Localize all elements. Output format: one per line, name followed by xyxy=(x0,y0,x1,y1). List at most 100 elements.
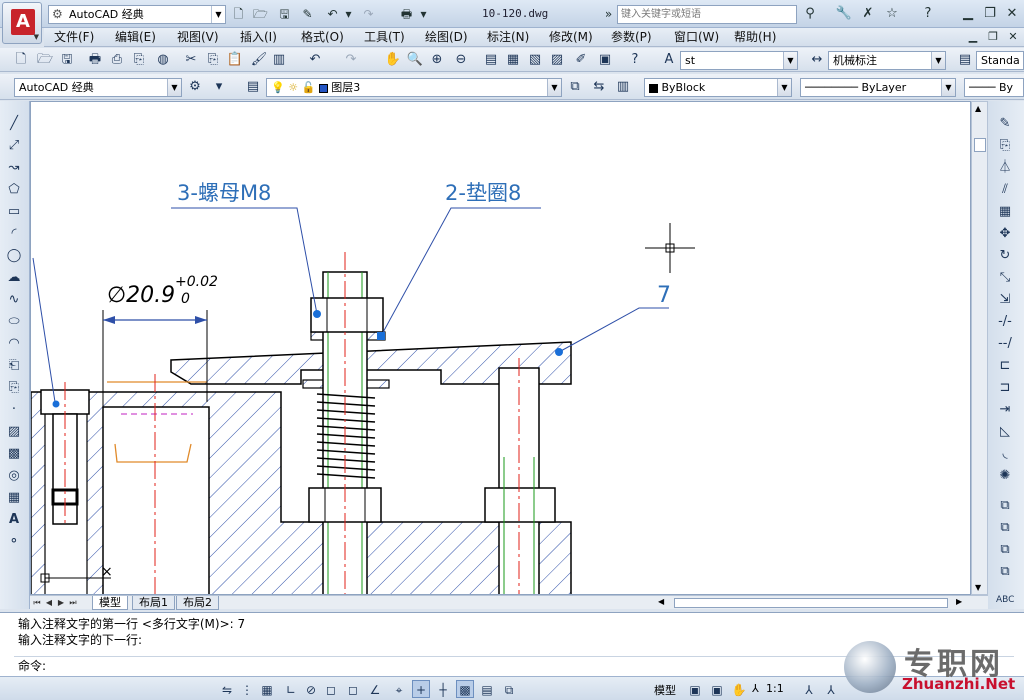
linetype-combo[interactable]: ──────── ByLayer ▼ xyxy=(800,78,956,97)
save-icon[interactable]: 🖫 xyxy=(276,6,293,22)
next-tab-icon[interactable]: ▶ xyxy=(56,597,66,608)
cut-icon[interactable]: ✂ xyxy=(182,51,200,69)
grid-display-icon[interactable]: ▦ xyxy=(258,680,276,698)
workspace-combo[interactable]: AutoCAD 经典 ▼ xyxy=(14,78,182,97)
menu-help[interactable]: 帮助(H) xyxy=(734,30,776,45)
ellipse-arc-icon[interactable]: ◠ xyxy=(5,335,23,353)
rectangle-icon[interactable]: ▭ xyxy=(5,203,23,221)
dim-style-combo[interactable]: 机械标注 ▼ xyxy=(828,51,946,70)
annotation-scale[interactable]: 1:1 xyxy=(766,682,784,695)
arc-icon[interactable]: ◜ xyxy=(5,225,23,243)
dynamic-ucs-icon[interactable]: ⌖ xyxy=(390,680,408,698)
restore-icon[interactable]: ❐ xyxy=(980,5,1000,23)
print-icon[interactable]: 🖶 xyxy=(398,6,415,22)
add-selected-icon[interactable]: ⚬ xyxy=(5,533,23,551)
search-input[interactable]: 键入关键字或短语 xyxy=(617,5,797,24)
doc-restore-icon[interactable]: ❐ xyxy=(986,30,1000,44)
undo-icon[interactable]: ↶ xyxy=(324,6,341,22)
plot-preview-icon[interactable]: ⎙ xyxy=(108,51,126,69)
break-icon[interactable]: ⊐ xyxy=(996,379,1014,397)
tool-palettes-icon[interactable]: ▧ xyxy=(526,51,544,69)
offset-icon[interactable]: ⫽ xyxy=(996,181,1014,199)
doc-close-icon[interactable]: ✕ xyxy=(1006,30,1020,44)
undo-dropdown-icon[interactable]: ▾ xyxy=(340,6,357,22)
mirror-icon[interactable]: ⏃ xyxy=(996,159,1014,177)
layer-state-icon[interactable]: ▥ xyxy=(614,78,632,96)
join-icon[interactable]: ⇥ xyxy=(996,401,1014,419)
menu-view[interactable]: 视图(V) xyxy=(177,30,219,45)
first-tab-icon[interactable]: ⏮ xyxy=(32,597,42,608)
tab-layout2[interactable]: 布局2 xyxy=(176,596,219,610)
infer-constraints-icon[interactable]: ⇋ xyxy=(218,680,236,698)
scroll-up-icon[interactable]: ▲ xyxy=(975,104,981,113)
quick-view-layouts-icon[interactable]: ▣ xyxy=(686,680,704,698)
draworder-icon[interactable]: ⧉ xyxy=(996,497,1014,515)
ortho-mode-icon[interactable]: ∟ xyxy=(282,680,300,698)
horizontal-scroll-thumb[interactable] xyxy=(674,598,948,608)
copy-object-icon[interactable]: ⎘ xyxy=(996,137,1014,155)
open-folder-icon[interactable]: 🗁 xyxy=(252,6,269,22)
match-properties-icon[interactable]: 🖌 xyxy=(250,51,268,69)
more-icon[interactable]: » xyxy=(600,6,617,22)
drawing-canvas[interactable]: ∅20.9 +0.02 0 3-螺母M8 2-垫圈8 7 × xyxy=(30,101,971,595)
close-icon[interactable]: ✕ xyxy=(1002,5,1022,23)
layer-combo[interactable]: 💡 ☼ 🔓 图层3 ▼ xyxy=(266,78,562,97)
save-as-icon[interactable]: ✎ xyxy=(299,6,316,22)
workspace-switcher[interactable]: ⚙ AutoCAD 经典 ▼ xyxy=(48,5,226,24)
exchange-icon[interactable]: ✗ xyxy=(858,5,878,23)
workspace-save-icon[interactable]: ▾ xyxy=(210,78,228,96)
quick-properties-icon[interactable]: ▤ xyxy=(478,680,496,698)
plot-icon[interactable]: 🖶 xyxy=(86,51,104,69)
scroll-left-icon[interactable]: ◀ xyxy=(658,597,664,606)
menu-format[interactable]: 格式(O) xyxy=(301,30,344,45)
quick-view-drawings-icon[interactable]: ▣ xyxy=(708,680,726,698)
menu-parameter[interactable]: 参数(P) xyxy=(611,30,652,45)
text-style-icon[interactable]: A xyxy=(660,51,678,69)
make-block-icon[interactable]: ⎘ xyxy=(5,379,23,397)
chamfer-icon[interactable]: ◺ xyxy=(996,423,1014,441)
table-style-combo[interactable]: Standa xyxy=(976,51,1024,70)
annotation-visibility-icon[interactable]: ⅄ xyxy=(800,680,818,698)
point-icon[interactable]: · xyxy=(5,401,23,419)
copy-icon[interactable]: ⎘ xyxy=(204,51,222,69)
binoculars-icon[interactable]: ⚲ xyxy=(800,5,820,23)
last-tab-icon[interactable]: ⏭ xyxy=(68,597,78,608)
help-icon[interactable]: ? xyxy=(626,51,644,69)
open-folder-icon[interactable]: 🗁 xyxy=(36,51,54,69)
send-to-back-icon[interactable]: ⧉ xyxy=(996,541,1014,559)
region-icon[interactable]: ◎ xyxy=(5,467,23,485)
color-combo[interactable]: ByBlock ▼ xyxy=(644,78,792,97)
pan-icon[interactable]: ✋ xyxy=(384,51,402,69)
wrench-icon[interactable]: 🔧 xyxy=(834,5,854,23)
menu-file[interactable]: 文件(F) xyxy=(54,30,94,45)
workspace-settings-icon[interactable]: ⚙ xyxy=(186,78,204,96)
save-icon[interactable]: 🖫 xyxy=(58,51,76,69)
fillet-icon[interactable]: ◟ xyxy=(996,445,1014,463)
gradient-icon[interactable]: ▩ xyxy=(5,445,23,463)
design-web-icon[interactable]: ◍ xyxy=(154,51,172,69)
table-style-icon[interactable]: ▤ xyxy=(956,51,974,69)
calculator-icon[interactable]: ▣ xyxy=(596,51,614,69)
object-snap-tracking-icon[interactable]: ∠ xyxy=(366,680,384,698)
insert-block-icon[interactable]: ⎗ xyxy=(5,357,23,375)
doc-minimize-icon[interactable]: ▁ xyxy=(966,30,980,44)
menu-edit[interactable]: 编辑(E) xyxy=(115,30,156,45)
stretch-icon[interactable]: ⇲ xyxy=(996,291,1014,309)
bring-above-icon[interactable]: ⧉ xyxy=(996,563,1014,581)
spline-icon[interactable]: ∿ xyxy=(5,291,23,309)
move-icon[interactable]: ✥ xyxy=(996,225,1014,243)
revision-cloud-icon[interactable]: ☁ xyxy=(5,269,23,287)
menu-draw[interactable]: 绘图(D) xyxy=(425,30,468,45)
ellipse-icon[interactable]: ⬭ xyxy=(5,313,23,331)
menu-insert[interactable]: 插入(I) xyxy=(240,30,277,45)
break-at-point-icon[interactable]: ⊏ xyxy=(996,357,1014,375)
application-menu-button[interactable]: A ▼ xyxy=(2,2,42,44)
new-file-icon[interactable]: 🗋 xyxy=(12,51,30,69)
paste-icon[interactable]: 📋 xyxy=(226,51,244,69)
model-space-label[interactable]: 模型 xyxy=(654,682,676,698)
3d-object-snap-icon[interactable]: ◻ xyxy=(344,680,362,698)
star-icon[interactable]: ☆ xyxy=(882,5,902,23)
bring-to-front-icon[interactable]: ⧉ xyxy=(996,519,1014,537)
polar-tracking-icon[interactable]: ⊘ xyxy=(302,680,320,698)
sheet-set-icon[interactable]: ▨ xyxy=(548,51,566,69)
